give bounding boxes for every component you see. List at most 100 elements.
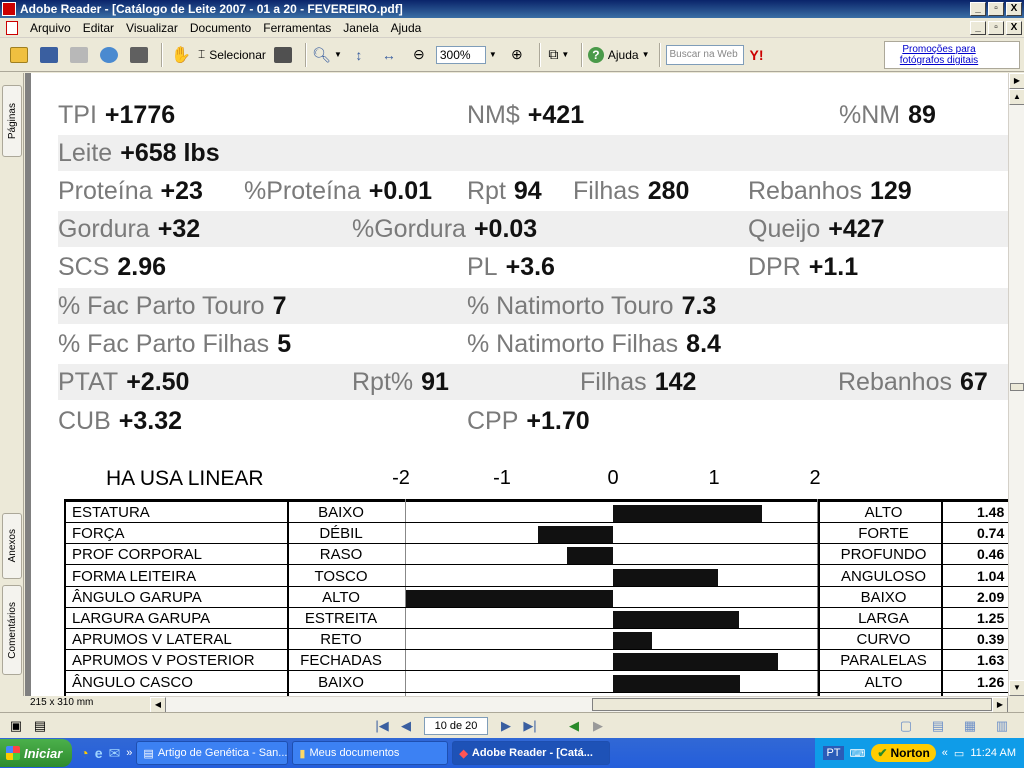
scroll-down-arrow-icon[interactable]: ▼: [1009, 680, 1024, 696]
scroll-left-arrow-icon[interactable]: ◀: [150, 697, 166, 713]
close-button[interactable]: X: [1006, 2, 1022, 16]
task-explorer[interactable]: ▮ Meus documentos: [292, 741, 449, 765]
trait-value: 1.26: [977, 673, 1005, 690]
stat-scs: SCS 2.96: [58, 253, 166, 282]
zoom-in-button[interactable]: ⊕: [504, 43, 530, 67]
minimize-button[interactable]: _: [970, 2, 986, 16]
web-search-input[interactable]: Buscar na Web: [665, 44, 744, 65]
stat-proteina: Proteína +23: [58, 177, 203, 206]
scroll-right-arrow-icon[interactable]: ▶: [992, 697, 1008, 713]
open-button[interactable]: [6, 43, 32, 67]
stat-label: Filhas: [573, 177, 640, 205]
menu-ajuda[interactable]: Ajuda: [385, 21, 428, 35]
zoom-tool-button[interactable]: 🔍︎ ▼: [312, 43, 342, 67]
email-button[interactable]: [96, 43, 122, 67]
continuous-facing-icon[interactable]: ▥: [992, 717, 1012, 735]
keyboard-icon[interactable]: ⌨: [850, 747, 866, 760]
horizontal-scrollbar[interactable]: ◀ ▶: [150, 696, 1008, 713]
save-button[interactable]: [36, 43, 62, 67]
print-button[interactable]: [66, 43, 92, 67]
fit-height-button[interactable]: ↕: [346, 43, 372, 67]
stat-filhas-tipo: Filhas 142: [580, 368, 696, 397]
norton-badge[interactable]: ✔ Norton: [871, 744, 936, 762]
tab-comentarios[interactable]: Comentários: [2, 585, 22, 675]
fit-width-button[interactable]: ↔: [376, 43, 402, 67]
stat-label: Filhas: [580, 368, 647, 396]
vertical-scrollbar[interactable]: ▶ ▲ ▼: [1008, 73, 1024, 696]
tab-anexos[interactable]: Anexos: [2, 513, 22, 579]
quicklaunch-more-icon[interactable]: »: [126, 747, 132, 759]
trait-high-label: ANGULOSO: [840, 567, 927, 585]
doc-close-button[interactable]: X: [1006, 20, 1022, 35]
scroll-right-arrow-icon[interactable]: ▶: [1009, 73, 1024, 89]
page-number-input[interactable]: 10 de 20: [424, 716, 488, 735]
folder-icon: ▮: [299, 747, 306, 760]
next-page-button[interactable]: ▶: [496, 717, 516, 735]
tray-expand-icon[interactable]: «: [942, 747, 948, 759]
stat-pct-nm: %NM 89: [839, 101, 936, 130]
task-adobe[interactable]: ◆ Adobe Reader - [Catá...: [452, 741, 611, 765]
scroll-thumb[interactable]: [1010, 383, 1024, 391]
menu-janela[interactable]: Janela: [337, 21, 384, 35]
menu-visualizar[interactable]: Visualizar: [120, 21, 184, 35]
menu-arquivo[interactable]: Arquivo: [24, 21, 77, 35]
go-back-button[interactable]: ◀: [564, 717, 584, 735]
stat-natimorto-filhas: % Natimorto Filhas 8.4: [467, 330, 721, 359]
trait-value: 1.48: [977, 504, 1005, 520]
clock-app-icon[interactable]: ◔: [80, 745, 88, 761]
yahoo-button[interactable]: Y!: [744, 43, 770, 67]
go-forward-button[interactable]: ▶: [588, 717, 608, 735]
task-label: Artigo de Genética - San...: [157, 747, 288, 759]
promo-link[interactable]: Promoções para fotógrafos digitais: [884, 41, 1020, 69]
task-word[interactable]: ▤ Artigo de Genética - San...: [136, 741, 289, 765]
tab-paginas[interactable]: Páginas: [2, 85, 22, 157]
menu-documento[interactable]: Documento: [184, 21, 257, 35]
layer-icon[interactable]: ▤: [30, 717, 50, 735]
zoom-out-button[interactable]: ⊖: [406, 43, 432, 67]
trait-low-label: FECHADAS: [300, 652, 382, 670]
linear-trait-row: ÂNGULO CASCO BAIXO ALTO 1.26: [31, 672, 1008, 693]
stat-label: % Natimorto Touro: [467, 292, 674, 320]
trait-name: LARGURA GARUPA: [72, 610, 211, 627]
panel-toggle-icon[interactable]: ▣: [6, 717, 26, 735]
stat-value: 94: [513, 177, 542, 205]
continuous-icon[interactable]: ▤: [928, 717, 948, 735]
axis-tick-label: -2: [392, 467, 410, 489]
hand-tool-button[interactable]: ✋: [168, 43, 194, 67]
doc-minimize-button[interactable]: _: [970, 20, 986, 35]
doc-restore-button[interactable]: ▫: [988, 20, 1004, 35]
facing-icon[interactable]: ▦: [960, 717, 980, 735]
trait-name: ÂNGULO GARUPA: [72, 588, 202, 606]
stat-label: TPI: [58, 101, 97, 129]
first-page-button[interactable]: |◀: [372, 717, 392, 735]
camera-icon: [273, 46, 292, 63]
page-layout-button[interactable]: ⧉ ▼: [546, 43, 572, 67]
document-icon[interactable]: [6, 20, 18, 35]
previous-page-button[interactable]: ◀: [396, 717, 416, 735]
start-button[interactable]: Iniciar: [0, 739, 73, 767]
document-view[interactable]: TPI +1776 NM$ +421 %NM 89 Leite +658 lbs Pro…: [25, 73, 1008, 696]
last-page-button[interactable]: ▶|: [520, 717, 540, 735]
trait-low-label: RETO: [320, 631, 362, 649]
trait-bar: [613, 611, 740, 628]
help-button[interactable]: ? Ajuda ▼: [587, 43, 650, 67]
scroll-up-arrow-icon[interactable]: ▲: [1009, 89, 1024, 105]
menu-ferramentas[interactable]: Ferramentas: [257, 21, 337, 35]
select-tool-button[interactable]: ⌶ Selecionar: [198, 43, 266, 67]
horizontal-scroll-thumb[interactable]: [592, 698, 992, 711]
stat-value: +421: [527, 101, 585, 129]
network-icon[interactable]: ▭: [954, 747, 964, 760]
stat-label: CUB: [58, 407, 111, 435]
snapshot-button[interactable]: [270, 43, 296, 67]
language-indicator[interactable]: PT: [823, 746, 844, 760]
zoom-input[interactable]: 300%: [435, 45, 486, 64]
menu-editar[interactable]: Editar: [77, 21, 120, 35]
ie-icon[interactable]: e: [95, 745, 103, 761]
trait-value: 2.09: [977, 588, 1005, 605]
tab-anexos-label: Anexos: [6, 529, 18, 563]
single-page-icon[interactable]: ▢: [896, 717, 916, 735]
zoom-dropdown[interactable]: ▼: [486, 43, 500, 67]
restore-button[interactable]: ▫: [988, 2, 1004, 16]
find-button[interactable]: [126, 43, 152, 67]
outlook-icon[interactable]: ✉: [109, 745, 121, 762]
